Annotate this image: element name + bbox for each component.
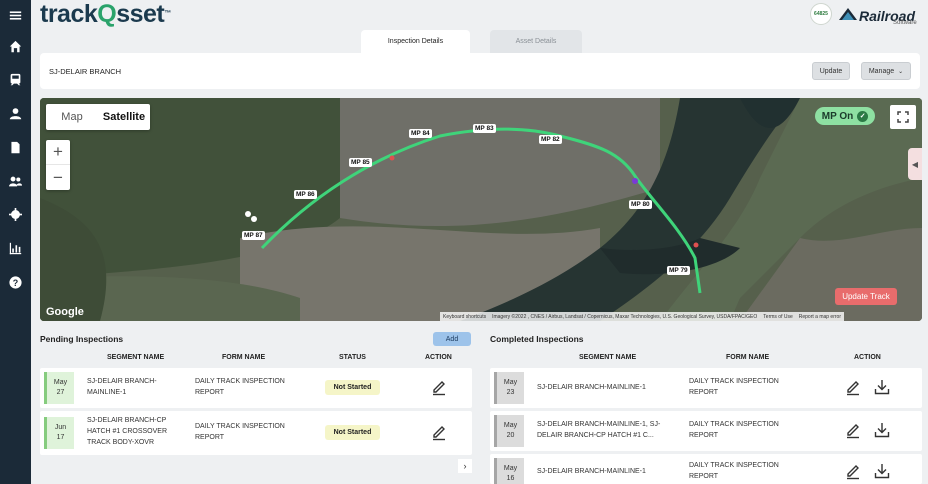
update-track-button[interactable]: Update Track: [835, 288, 897, 305]
map-type-control: Map Satellite: [46, 104, 150, 130]
reports-icon[interactable]: [0, 133, 31, 161]
help-icon[interactable]: ?: [0, 268, 31, 296]
pending-inspections-title: Pending Inspections: [40, 334, 124, 344]
date-badge: Jun 17: [44, 417, 74, 449]
chevron-down-icon: ⌄: [898, 68, 904, 75]
panel-collapse-icon[interactable]: ◀: [908, 148, 922, 180]
segment-name: SJ-DELAIR BRANCH-CP HATCH #1 CROSSOVER T…: [87, 417, 167, 446]
train-icon[interactable]: [0, 65, 31, 93]
inspector-icon[interactable]: [0, 99, 31, 127]
edit-icon[interactable]: [431, 425, 447, 441]
milepost-label[interactable]: MP 84: [409, 129, 432, 138]
mp-toggle[interactable]: MP On ✓: [815, 107, 875, 125]
completed-col-form: FORM NAME: [726, 354, 770, 361]
completed-row[interactable]: May 20 SJ-DELAIR BRANCH-MAINLINE-1, SJ-DE…: [490, 411, 922, 451]
status-badge: Not Started: [325, 425, 380, 440]
tab-inspection-details[interactable]: Inspection Details: [361, 30, 470, 53]
completed-row[interactable]: May 16 SJ-DELAIR BRANCH-MAINLINE-1 DAILY …: [490, 454, 922, 484]
next-page-button[interactable]: ›: [458, 459, 472, 473]
sidebar: ?: [0, 0, 31, 484]
milepost-label[interactable]: MP 86: [294, 190, 317, 199]
railroad-software-logo: Railroad Software: [837, 2, 927, 28]
zoom-control: + −: [46, 140, 70, 190]
home-icon[interactable]: [0, 32, 31, 60]
check-icon: ✓: [857, 110, 869, 122]
pending-col-action: ACTION: [425, 354, 452, 361]
milepost-label[interactable]: MP 85: [349, 158, 372, 167]
date-badge: May 20: [494, 415, 524, 447]
tab-asset-details[interactable]: Asset Details: [490, 30, 582, 53]
header: trackQsset™ 64825 Railroad Software: [31, 0, 928, 30]
pending-row[interactable]: May 27 SJ-DELAIR BRANCH-MAINLINE-1 DAILY …: [40, 368, 472, 408]
completed-inspections-title: Completed Inspections: [490, 334, 584, 344]
analytics-icon[interactable]: [0, 234, 31, 262]
menu-icon[interactable]: [0, 1, 31, 29]
download-icon[interactable]: [874, 379, 890, 395]
page-title: SJ-DELAIR BRANCH: [49, 67, 122, 76]
segment-name: SJ-DELAIR BRANCH-MAINLINE-1: [537, 468, 646, 475]
settings-icon[interactable]: [0, 200, 31, 228]
milepost-label[interactable]: MP 80: [629, 200, 652, 209]
segment-name: SJ-DELAIR BRANCH-MAINLINE-1: [537, 384, 646, 391]
milepost-label[interactable]: MP 82: [539, 135, 562, 144]
svg-text:?: ?: [13, 277, 18, 287]
zoom-out-button[interactable]: −: [46, 165, 70, 190]
pending-col-status: STATUS: [339, 354, 366, 361]
date-badge: May 27: [44, 372, 74, 404]
edit-icon[interactable]: [431, 380, 447, 396]
form-name: DAILY TRACK INSPECTION REPORT: [689, 378, 779, 396]
completed-row[interactable]: May 23 SJ-DELAIR BRANCH-MAINLINE-1 DAILY …: [490, 368, 922, 408]
pending-row[interactable]: Jun 17 SJ-DELAIR BRANCH-CP HATCH #1 CROSS…: [40, 411, 472, 455]
date-badge: May 16: [494, 458, 524, 484]
trackasset-logo[interactable]: trackQsset™: [40, 0, 171, 28]
manage-button[interactable]: Manage ⌄: [861, 62, 911, 80]
completed-col-segment: SEGMENT NAME: [579, 354, 637, 361]
status-badge: Not Started: [325, 380, 380, 395]
form-name: DAILY TRACK INSPECTION REPORT: [195, 378, 285, 396]
google-logo: Google: [46, 306, 84, 318]
update-button[interactable]: Update: [812, 62, 850, 80]
edit-icon[interactable]: [845, 380, 861, 396]
users-icon[interactable]: [0, 167, 31, 195]
map-type-satellite-button[interactable]: Satellite: [98, 104, 150, 130]
fullscreen-icon[interactable]: [890, 105, 916, 129]
completed-col-action: ACTION: [854, 354, 881, 361]
pending-col-form: FORM NAME: [222, 354, 266, 361]
form-name: DAILY TRACK INSPECTION REPORT: [195, 423, 285, 441]
imagery-credit: Imagery ©2022 , CNES / Airbus, Landsat /…: [492, 313, 758, 320]
segment-name: SJ-DELAIR BRANCH-MAINLINE-1, SJ-DELAIR B…: [537, 421, 661, 439]
map-attribution: Keyboard shortcuts Imagery ©2022 , CNES …: [440, 312, 844, 321]
zoom-in-button[interactable]: +: [46, 140, 70, 165]
form-name: DAILY TRACK INSPECTION REPORT: [689, 421, 779, 439]
pending-col-segment: SEGMENT NAME: [107, 354, 165, 361]
edit-icon[interactable]: [845, 464, 861, 480]
add-inspection-button[interactable]: Add: [433, 332, 471, 346]
segment-name: SJ-DELAIR BRANCH-MAINLINE-1: [87, 378, 157, 396]
download-icon[interactable]: [874, 422, 890, 438]
download-icon[interactable]: [874, 463, 890, 479]
edit-icon[interactable]: [845, 423, 861, 439]
satellite-map[interactable]: Map Satellite + − MP On ✓ ◀ MP 87 MP 86 …: [40, 98, 922, 321]
title-bar: SJ-DELAIR BRANCH Update Manage ⌄: [40, 53, 920, 89]
milepost-label[interactable]: MP 79: [667, 266, 690, 275]
milepost-label[interactable]: MP 83: [473, 124, 496, 133]
terms-link[interactable]: Terms of Use: [763, 314, 792, 320]
map-type-map-button[interactable]: Map: [46, 104, 98, 130]
milepost-label[interactable]: MP 87: [242, 231, 265, 240]
date-badge: May 23: [494, 372, 524, 404]
form-name: DAILY TRACK INSPECTION REPORT: [689, 462, 779, 480]
railroad-badge-icon: 64825: [810, 3, 832, 25]
report-error-link[interactable]: Report a map error: [799, 314, 841, 320]
keyboard-shortcuts-link[interactable]: Keyboard shortcuts: [443, 314, 486, 320]
